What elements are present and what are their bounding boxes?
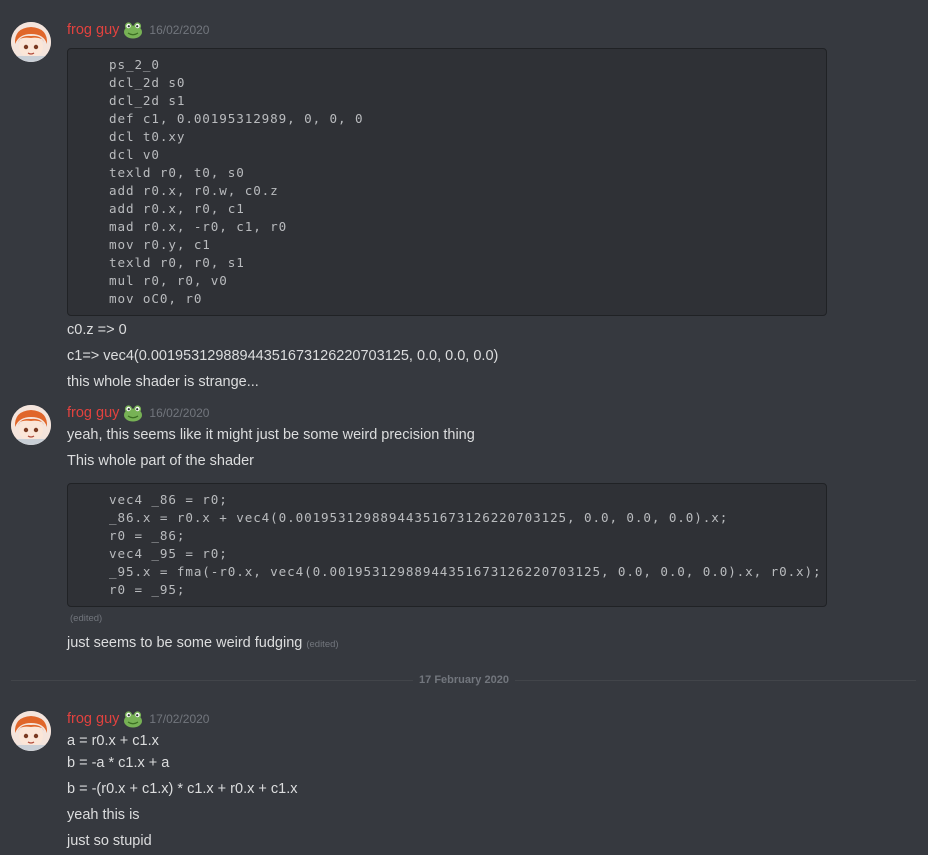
- frog-icon: [123, 710, 143, 728]
- message-text-content: just seems to be some weird fudging: [67, 635, 303, 651]
- code-line: texld r0, r0, s1: [109, 255, 245, 270]
- message-text: a = r0.x + c1.x: [67, 733, 159, 749]
- code-line: def c1, 0.00195312989, 0, 0, 0: [109, 111, 364, 126]
- avatar-image: [11, 22, 51, 62]
- message-header: frog guy 17/02/2020: [67, 709, 209, 729]
- frog-icon: [123, 21, 143, 39]
- date-divider-label: 17 February 2020: [413, 674, 515, 686]
- code-line: vec4 _86 = r0;: [109, 492, 228, 507]
- code-line: dcl_2d s0: [109, 75, 186, 90]
- avatar-image: [11, 405, 51, 445]
- message-text: c1=> vec4(0.0019531298894435167312622070…: [67, 348, 499, 364]
- code-line: add r0.x, r0, c1: [109, 201, 245, 216]
- message-text: just so stupid: [67, 833, 152, 849]
- timestamp: 16/02/2020: [149, 406, 210, 420]
- frog-icon: [123, 404, 143, 422]
- code-line: vec4 _95 = r0;: [109, 546, 228, 561]
- message-text: c0.z => 0: [67, 322, 127, 338]
- message-header: frog guy 16/02/2020: [67, 20, 209, 40]
- avatar[interactable]: [11, 405, 51, 445]
- username[interactable]: frog guy: [67, 22, 119, 38]
- code-line: mad r0.x, -r0, c1, r0: [109, 219, 288, 234]
- code-line: mul r0, r0, v0: [109, 273, 228, 288]
- code-line: mov oC0, r0: [109, 291, 203, 306]
- code-line: r0 = _86;: [109, 528, 186, 543]
- code-line: add r0.x, r0.w, c0.z: [109, 183, 279, 198]
- edited-label: (edited): [306, 639, 339, 650]
- code-line: mov r0.y, c1: [109, 237, 211, 252]
- avatar[interactable]: [11, 22, 51, 62]
- avatar[interactable]: [11, 711, 51, 751]
- message-text: this whole shader is strange...: [67, 374, 259, 390]
- code-line: dcl v0: [109, 147, 160, 162]
- message-text: yeah, this seems like it might just be s…: [67, 427, 475, 443]
- timestamp: 17/02/2020: [149, 712, 210, 726]
- code-block[interactable]: vec4 _86 = r0; _86.x = r0.x + vec4(0.0019…: [67, 483, 827, 607]
- avatar-image: [11, 711, 51, 751]
- message-text: b = -(r0.x + c1.x) * c1.x + r0.x + c1.x: [67, 781, 298, 797]
- username[interactable]: frog guy: [67, 711, 119, 727]
- code-line: texld r0, t0, s0: [109, 165, 245, 180]
- message-header: frog guy 16/02/2020: [67, 403, 209, 423]
- code-block[interactable]: ps_2_0 dcl_2d s0 dcl_2d s1 def c1, 0.001953…: [67, 48, 827, 316]
- message-text: yeah this is: [67, 807, 140, 823]
- code-line: ps_2_0: [109, 57, 160, 72]
- code-line: r0 = _95;: [109, 582, 186, 597]
- code-line: _95.x = fma(-r0.x, vec4(0.00195312988944…: [109, 564, 822, 579]
- code-line: _86.x = r0.x + vec4(0.001953129889443516…: [109, 510, 729, 525]
- message-text: This whole part of the shader: [67, 453, 254, 469]
- timestamp: 16/02/2020: [149, 23, 210, 37]
- username[interactable]: frog guy: [67, 405, 119, 421]
- code-line: dcl t0.xy: [109, 129, 186, 144]
- date-divider: 17 February 2020: [0, 674, 928, 686]
- edited-label: (edited): [70, 613, 103, 624]
- code-line: dcl_2d s1: [109, 93, 186, 108]
- message-text: b = -a * c1.x + a: [67, 755, 170, 771]
- message-text: just seems to be some weird fudging (edit…: [67, 633, 339, 655]
